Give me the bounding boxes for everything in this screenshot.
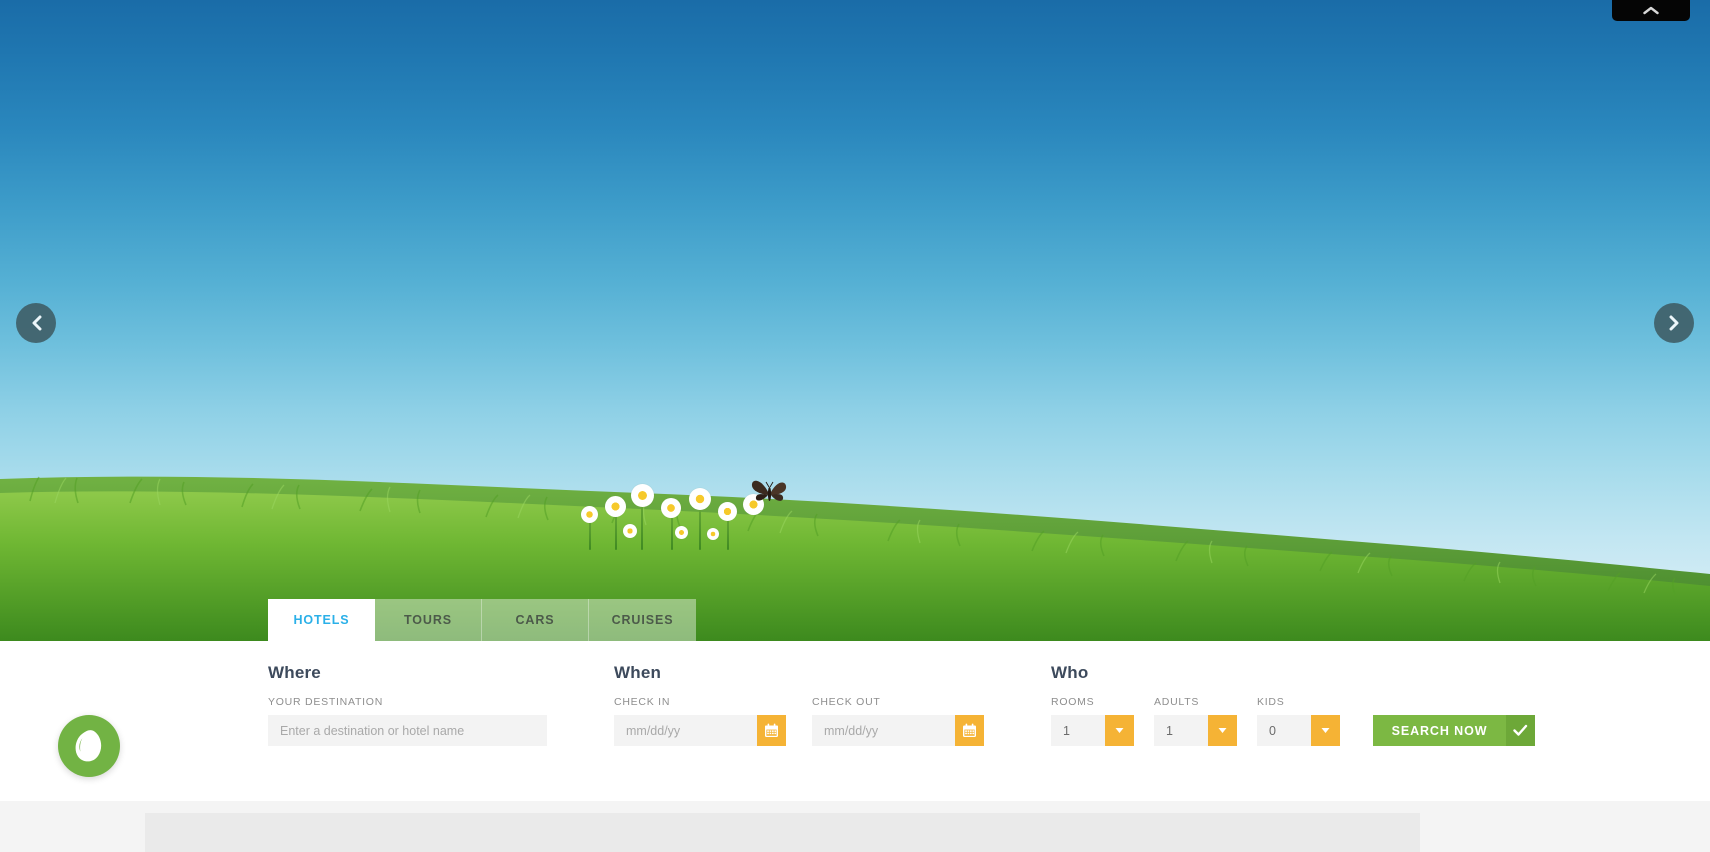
tab-tours[interactable]: TOURS [375, 599, 482, 641]
adults-input[interactable] [1154, 715, 1208, 746]
search-confirm-button[interactable] [1506, 715, 1535, 746]
adults-field: ADULTS [1154, 696, 1237, 746]
caret-down-icon [1321, 728, 1330, 733]
footer-strip [0, 801, 1710, 852]
rooms-field: ROOMS [1051, 696, 1134, 746]
tab-cars[interactable]: CARS [482, 599, 589, 641]
grass-illustration [0, 476, 1710, 641]
checkout-calendar-button[interactable] [955, 715, 984, 746]
calendar-icon [963, 723, 976, 737]
checkin-field: CHECK IN [614, 696, 786, 746]
leaf-logo-icon [75, 730, 102, 762]
checkin-label: CHECK IN [614, 696, 671, 708]
tab-hotels[interactable]: HOTELS [268, 599, 375, 641]
kids-dropdown-button[interactable] [1311, 715, 1340, 746]
where-title: Where [268, 663, 321, 682]
when-group: When CHECK IN mm/dd/yy CHECK OUT mm/dd/y… [614, 663, 984, 746]
footer-inner-panel [145, 813, 1420, 852]
destination-field: YOUR DESTINATION [268, 696, 547, 746]
checkin-input[interactable] [614, 715, 757, 746]
chevron-left-icon [32, 315, 41, 331]
search-form: Where YOUR DESTINATION When CHECK IN [268, 663, 1535, 746]
kids-input[interactable] [1257, 715, 1311, 746]
page-root: HOTELS TOURS CARS CRUISES Where YOUR DES… [0, 0, 1710, 852]
hero-slider: HOTELS TOURS CARS CRUISES [0, 0, 1710, 641]
chevron-up-icon [1643, 6, 1659, 15]
collapse-panel-button[interactable] [1612, 0, 1690, 21]
grass-hill [0, 441, 1710, 641]
slider-prev-button[interactable] [16, 303, 56, 343]
destination-input[interactable] [268, 715, 547, 746]
butterfly-icon [751, 480, 787, 501]
rooms-label: ROOMS [1051, 696, 1095, 708]
caret-down-icon [1115, 728, 1124, 733]
category-tabs: HOTELS TOURS CARS CRUISES [268, 599, 696, 641]
adults-dropdown-button[interactable] [1208, 715, 1237, 746]
checkout-field: CHECK OUT [812, 696, 984, 746]
brand-logo[interactable] [58, 715, 120, 777]
search-now-button[interactable]: SEARCH NOW [1373, 715, 1506, 746]
kids-field: KIDS [1257, 696, 1340, 746]
rooms-input[interactable] [1051, 715, 1105, 746]
adults-label: ADULTS [1154, 696, 1200, 708]
slider-next-button[interactable] [1654, 303, 1694, 343]
daisy-cluster [575, 476, 795, 556]
caret-down-icon [1218, 728, 1227, 733]
where-group: Where YOUR DESTINATION [268, 663, 547, 746]
search-panel: Where YOUR DESTINATION When CHECK IN [0, 641, 1710, 801]
checkout-input[interactable] [812, 715, 955, 746]
who-title: Who [1051, 663, 1089, 682]
destination-label: YOUR DESTINATION [268, 696, 384, 708]
search-now-group: SEARCH NOW [1373, 715, 1535, 746]
check-icon [1513, 724, 1528, 736]
rooms-dropdown-button[interactable] [1105, 715, 1134, 746]
when-title: When [614, 663, 662, 682]
tab-cruises[interactable]: CRUISES [589, 599, 696, 641]
calendar-icon [765, 723, 778, 737]
chevron-right-icon [1669, 315, 1678, 331]
checkout-label: CHECK OUT [812, 696, 881, 708]
kids-label: KIDS [1257, 696, 1285, 708]
checkin-calendar-button[interactable] [757, 715, 786, 746]
who-group: Who ROOMS 1 ADULTS 1 KIDS 0 SEARCH NOW [1051, 663, 1535, 746]
